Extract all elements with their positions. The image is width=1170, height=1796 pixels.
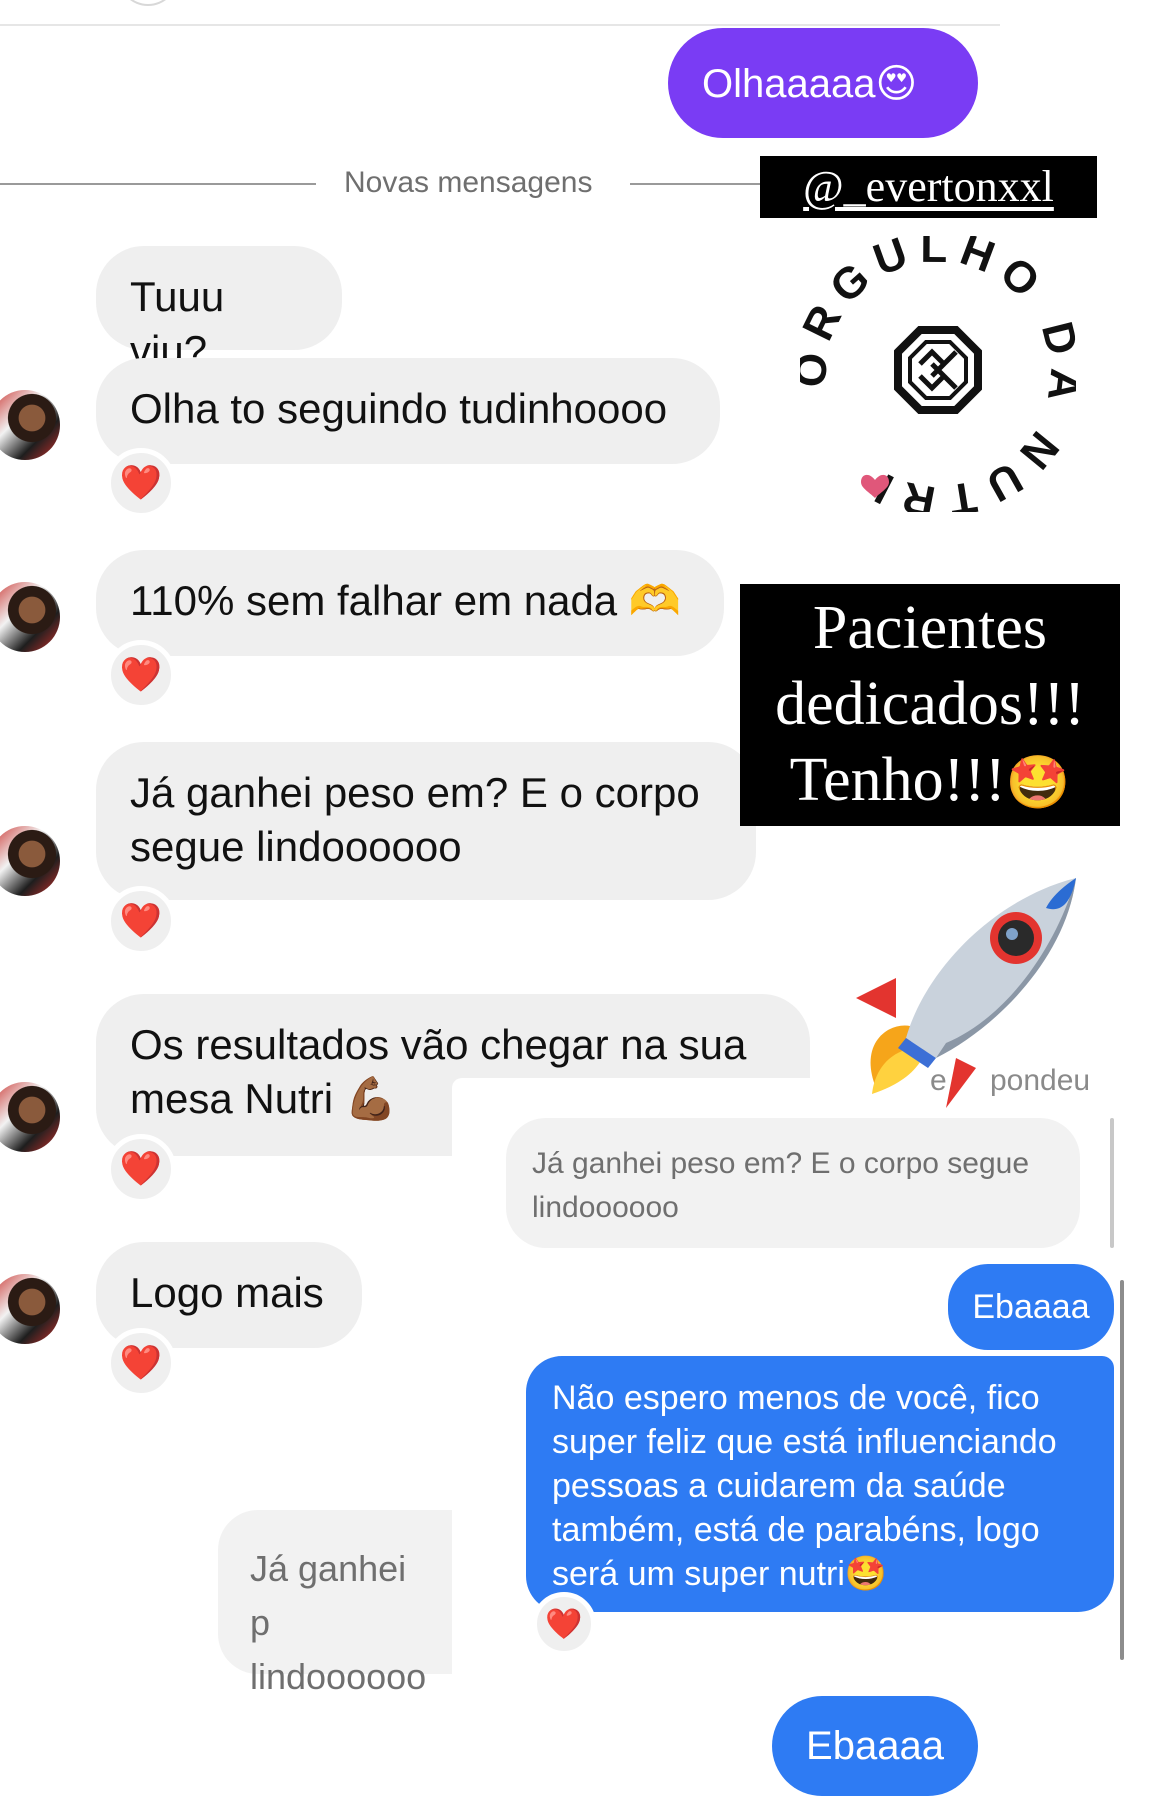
divider-line-left [0,183,316,185]
quoted-message[interactable]: Já ganhei peso em? E o corpo segue lindo… [506,1118,1080,1248]
heart-reaction-badge[interactable]: ❤️ [106,1328,176,1398]
sent-message-bottom[interactable]: Ebaaaa [772,1696,978,1796]
heart-icon: ❤️ [119,902,163,940]
star-struck-emoji: 🤩 [844,1555,888,1593]
quoted-fragment-line-1: Já ganhei p [250,1548,407,1643]
heart-icon: ❤️ [119,1344,163,1382]
flexed-biceps-emoji: 💪🏾 [344,1075,398,1122]
heart-reaction-badge[interactable]: ❤️ [532,1592,596,1656]
incoming-message-bubble[interactable]: Já ganhei peso em? E o corpo segue lindo… [96,742,756,900]
reply-long-line-4: também, está de parabéns, logo [552,1511,1040,1549]
message-text: Olha to seguindo tudinhoooo [130,385,668,432]
reply-long-line-5: será um super nutri [552,1555,845,1593]
reply-long-line-2: super feliz que está influenciando [552,1423,1057,1461]
caption-line-3: Tenho!!! [789,746,1006,814]
heart-eyes-emoji: 😍 [875,62,918,106]
sender-avatar[interactable] [0,582,60,652]
sent-reply-long[interactable]: Não espero menos de você, fico super fel… [526,1356,1114,1612]
incoming-message-bubble[interactable]: Olha to seguindo tudinhoooo [96,358,720,464]
heart-hands-emoji: 🫶 [628,577,682,624]
message-text-line-2: mesa Nutri [130,1075,334,1122]
sender-avatar[interactable] [0,826,60,896]
message-text-line-1: Os resultados vão chegar na sua [130,1021,747,1068]
heart-reaction-badge[interactable]: ❤️ [106,640,176,710]
heart-icon: ❤️ [545,1607,583,1641]
celtic-knot-icon [894,326,982,414]
sent-message-text: Olhaaaaa [702,62,876,106]
sender-avatar[interactable] [0,1274,60,1344]
quoted-line-1: Já ganhei peso em? E o corpo segue [532,1147,1030,1180]
caption-line-1: Pacientes [812,594,1048,662]
scrollbar-lower[interactable] [1120,1280,1124,1660]
sender-avatar[interactable] [0,1082,60,1152]
heart-icon: ❤️ [119,1150,163,1188]
divider-line-right [630,183,760,185]
scrollbar-upper[interactable] [1110,1118,1114,1248]
profile-avatar-edge [118,0,178,6]
sent-reply-short[interactable]: Ebaaaa [948,1264,1114,1350]
reply-long-line-3: pessoas a cuidarem da saúde [552,1467,1006,1505]
heart-icon: ❤️ [119,464,163,502]
caption-line-2: dedicados!!! [775,670,1085,738]
heart-icon: ❤️ [119,656,163,694]
quoted-line-2: lindoooooo [532,1191,679,1224]
reply-long-line-1: Não espero menos de você, fico [552,1379,1040,1417]
quoted-fragment-line-2: lindoooooo [250,1656,427,1697]
sender-avatar[interactable] [0,390,60,460]
message-text: 110% sem falhar em nada [130,577,618,624]
incoming-message-bubble[interactable]: Tuuu viu? [96,246,342,374]
caption-sticker: Pacientes dedicados!!! Tenho!!!🤩 [740,584,1120,826]
message-text: Logo mais [130,1269,324,1316]
message-text-line-1: Já ganhei peso em? E o corpo [130,769,700,816]
reply-short-text: Ebaaaa [972,1288,1090,1326]
handle-text: @_evertonxxl [803,162,1054,211]
heart-reaction-badge[interactable]: ❤️ [106,886,176,956]
rocket-icon [856,878,1076,1108]
svg-text:ORGULHO DA NUTRI: ORGULHO DA NUTRI [800,236,1076,512]
new-messages-label: Novas mensagens [344,166,593,199]
incoming-message-bubble[interactable]: 110% sem falhar em nada 🫶 [96,550,724,656]
top-divider [0,24,1000,26]
message-text-line-2: segue lindoooooo [130,823,462,870]
logo-circle-text: ORGULHO DA NUTRI [800,236,1076,512]
quoted-message-fragment[interactable]: Já ganhei p lindoooooo [218,1510,452,1697]
star-struck-emoji: 🤩 [1005,755,1071,812]
orgulho-da-nutri-logo: ORGULHO DA NUTRI [800,236,1076,512]
heart-reaction-badge[interactable]: ❤️ [106,1134,176,1204]
handle-sticker: @_evertonxxl [760,156,1097,218]
heart-reaction-badge[interactable]: ❤️ [106,448,176,518]
bottom-sent-text: Ebaaaa [806,1724,944,1768]
sent-message-bubble[interactable]: Olhaaaaa😍 [668,28,978,138]
